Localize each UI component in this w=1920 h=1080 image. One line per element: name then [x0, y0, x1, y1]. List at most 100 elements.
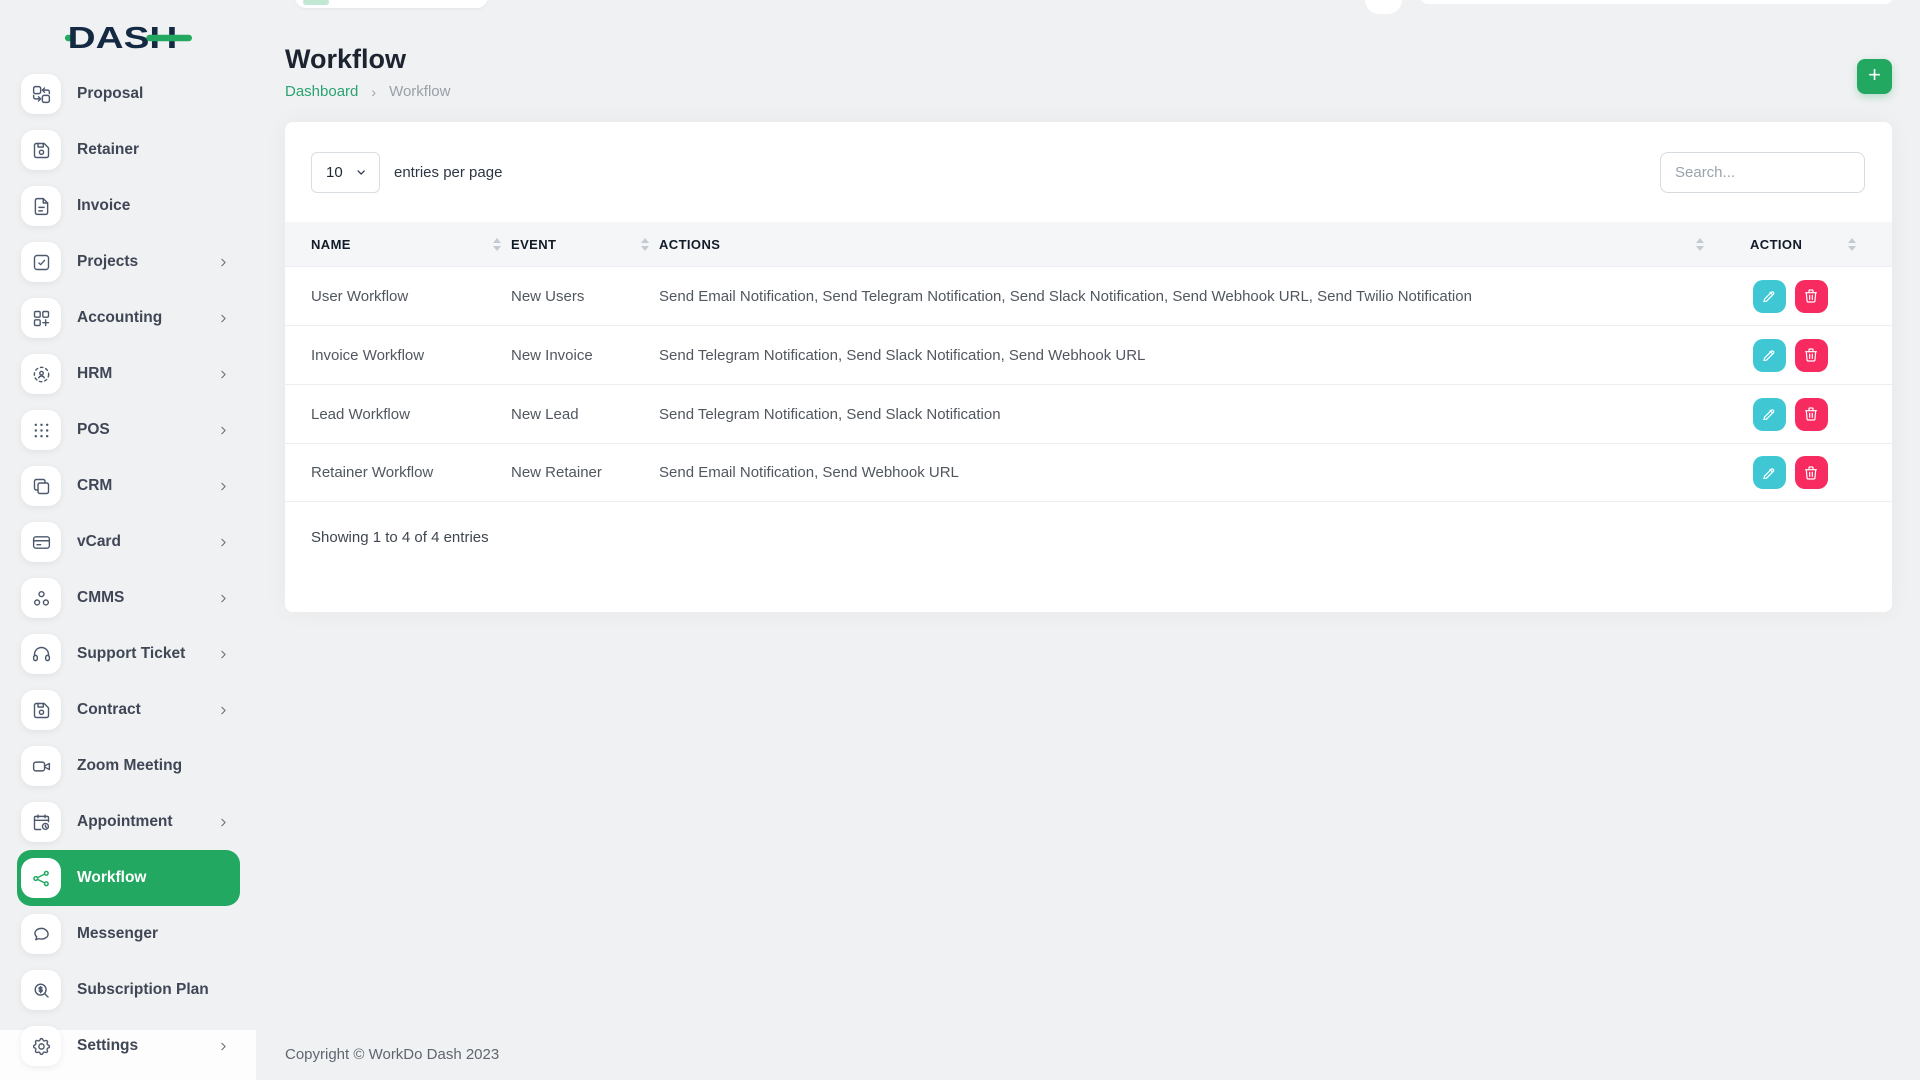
copyright-text: Copyright © WorkDo Dash 2023 — [285, 1046, 499, 1063]
sidebar-item-label: Contract — [77, 701, 141, 719]
cell-action-buttons — [1714, 398, 1866, 431]
edit-button[interactable] — [1753, 398, 1786, 431]
column-header-action[interactable]: ACTION — [1714, 237, 1866, 252]
sidebar-item-projects[interactable]: Projects — [17, 234, 240, 290]
entries-per-page-label: entries per page — [394, 164, 502, 181]
entries-per-page-select[interactable]: 10 — [311, 152, 380, 193]
gear-icon — [21, 1026, 61, 1066]
column-header-name[interactable]: NAME — [311, 237, 511, 252]
sidebar-item-label: Retainer — [77, 141, 139, 159]
sort-icon — [641, 238, 649, 251]
sidebar-item-crm[interactable]: CRM — [17, 458, 240, 514]
sidebar-item-accounting[interactable]: Accounting — [17, 290, 240, 346]
sidebar-item-appointment[interactable]: Appointment — [17, 794, 240, 850]
chevron-right-icon — [217, 592, 230, 605]
sidebar-item-label: Subscription Plan — [77, 981, 209, 999]
sidebar-item-workflow[interactable]: Workflow — [17, 850, 240, 906]
sidebar-item-label: CRM — [77, 477, 112, 495]
chevron-right-icon — [217, 368, 230, 381]
sidebar-item-contract[interactable]: Contract — [17, 682, 240, 738]
breadcrumb-separator-icon: › — [371, 84, 376, 100]
sidebar: DASH Proposal Retainer Invoice Projects — [0, 0, 256, 1080]
page-title: Workflow — [285, 44, 406, 75]
cell-actions: Send Telegram Notification, Send Slack N… — [659, 347, 1714, 364]
checkbox-icon — [21, 242, 61, 282]
chevron-right-icon — [217, 256, 230, 269]
sidebar-item-hrm[interactable]: HRM — [17, 346, 240, 402]
sidebar-item-label: Support Ticket — [77, 645, 185, 663]
column-header-label: ACTIONS — [659, 237, 720, 252]
sidebar-item-pos[interactable]: POS — [17, 402, 240, 458]
cell-event: New Retainer — [511, 464, 659, 481]
search-input[interactable] — [1660, 152, 1865, 193]
column-header-label: ACTION — [1750, 237, 1802, 252]
pencil-icon — [1761, 347, 1777, 363]
pencil-icon — [1761, 465, 1777, 481]
column-header-event[interactable]: EVENT — [511, 237, 659, 252]
breadcrumb: Dashboard › Workflow — [285, 83, 450, 100]
sidebar-item-label: Proposal — [77, 85, 143, 103]
chevron-down-icon — [355, 166, 367, 179]
sidebar-item-cmms[interactable]: CMMS — [17, 570, 240, 626]
delete-button[interactable] — [1795, 398, 1828, 431]
edit-button[interactable] — [1753, 339, 1786, 372]
trash-icon — [1803, 288, 1819, 304]
sidebar-item-settings[interactable]: Settings — [17, 1018, 240, 1074]
calendar-clock-icon — [21, 802, 61, 842]
workflow-table-card: 10 entries per page NAME EVENT ACTIONS — [285, 122, 1892, 612]
sidebar-item-label: HRM — [77, 365, 112, 383]
share-nodes-icon — [21, 858, 61, 898]
replace-icon — [21, 74, 61, 114]
edit-button[interactable] — [1753, 280, 1786, 313]
sidebar-item-vcard[interactable]: vCard — [17, 514, 240, 570]
cell-action-buttons — [1714, 456, 1866, 489]
cell-name: User Workflow — [311, 288, 511, 305]
delete-button[interactable] — [1795, 280, 1828, 313]
sidebar-item-zoom-meeting[interactable]: Zoom Meeting — [17, 738, 240, 794]
delete-button[interactable] — [1795, 456, 1828, 489]
column-header-label: NAME — [311, 237, 351, 252]
breadcrumb-current: Workflow — [389, 83, 450, 100]
sidebar-item-label: CMMS — [77, 589, 124, 607]
cell-actions: Send Email Notification, Send Webhook UR… — [659, 464, 1714, 481]
delete-button[interactable] — [1795, 339, 1828, 372]
clipped-header-pill — [303, 0, 329, 5]
breadcrumb-dashboard-link[interactable]: Dashboard — [285, 83, 358, 100]
sidebar-item-label: Appointment — [77, 813, 173, 831]
table-controls: 10 entries per page — [311, 152, 1865, 193]
video-icon — [21, 746, 61, 786]
sidebar-item-support-ticket[interactable]: Support Ticket — [17, 626, 240, 682]
sidebar-item-proposal[interactable]: Proposal — [17, 66, 240, 122]
entries-per-page-value: 10 — [326, 164, 343, 181]
sidebar-item-invoice[interactable]: Invoice — [17, 178, 240, 234]
cell-name: Lead Workflow — [311, 406, 511, 423]
sidebar-item-retainer[interactable]: Retainer — [17, 122, 240, 178]
table-header-row: NAME EVENT ACTIONS ACTION — [285, 222, 1892, 266]
sidebar-item-label: Messenger — [77, 925, 158, 943]
workflow-table: NAME EVENT ACTIONS ACTION User Workflow — [285, 222, 1892, 502]
add-workflow-button[interactable]: + — [1857, 59, 1892, 94]
credit-card-icon — [21, 522, 61, 562]
dash-logo[interactable]: DASH — [64, 18, 192, 58]
sidebar-item-label: POS — [77, 421, 110, 439]
column-header-actions[interactable]: ACTIONS — [659, 237, 1714, 252]
cell-name: Retainer Workflow — [311, 464, 511, 481]
sidebar-item-messenger[interactable]: Messenger — [17, 906, 240, 962]
cell-actions: Send Telegram Notification, Send Slack N… — [659, 406, 1714, 423]
table-row: User Workflow New Users Send Email Notif… — [285, 266, 1892, 325]
column-header-label: EVENT — [511, 237, 556, 252]
trash-icon — [1803, 347, 1819, 363]
clipped-header-card — [295, 0, 488, 8]
sidebar-item-label: Zoom Meeting — [77, 757, 182, 775]
logo-green-bar — [146, 35, 192, 41]
chevron-right-icon — [217, 424, 230, 437]
sidebar-item-subscription-plan[interactable]: Subscription Plan — [17, 962, 240, 1018]
cell-name: Invoice Workflow — [311, 347, 511, 364]
cell-event: New Lead — [511, 406, 659, 423]
cell-event: New Invoice — [511, 347, 659, 364]
copy-icon — [21, 466, 61, 506]
cell-action-buttons — [1714, 339, 1866, 372]
sort-icon — [1696, 238, 1704, 251]
edit-button[interactable] — [1753, 456, 1786, 489]
table-row: Lead Workflow New Lead Send Telegram Not… — [285, 384, 1892, 443]
